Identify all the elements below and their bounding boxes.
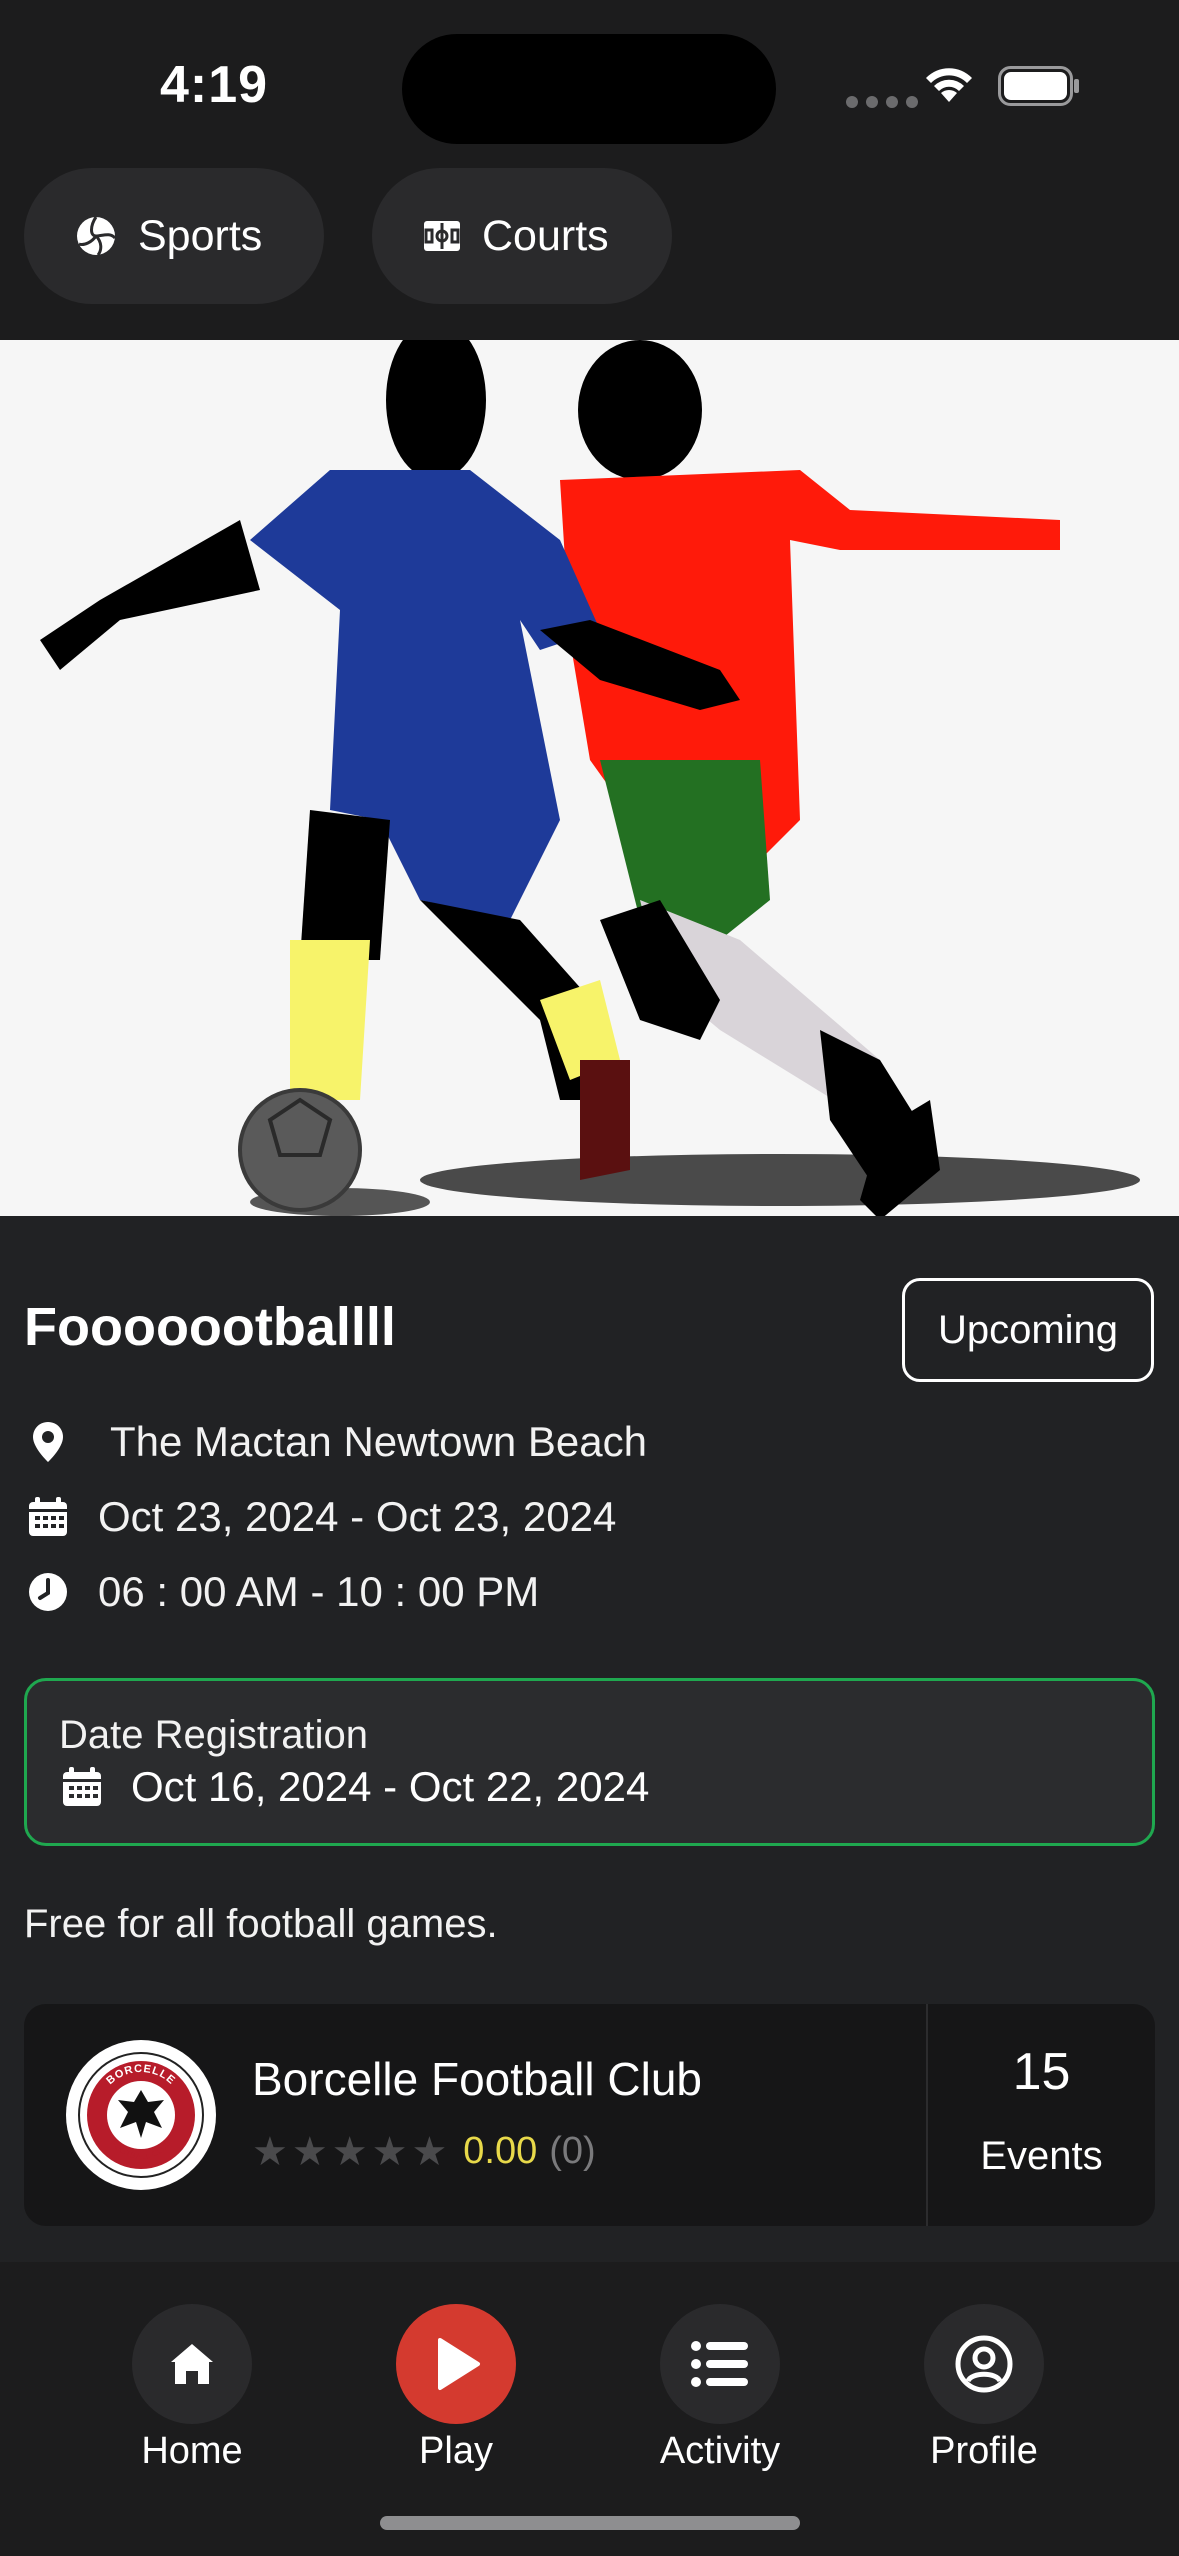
play-icon bbox=[438, 2338, 480, 2390]
bottom-navigation: Home Play Activity Profile bbox=[0, 2262, 1179, 2556]
event-date-text: Oct 23, 2024 - Oct 23, 2024 bbox=[98, 1493, 617, 1540]
nav-play[interactable]: Play bbox=[356, 2304, 556, 2473]
cellular-signal-icon bbox=[846, 96, 918, 108]
event-date: Oct 23, 2024 - Oct 23, 2024 bbox=[24, 1493, 616, 1541]
nav-profile[interactable]: Profile bbox=[884, 2304, 1084, 2473]
star-icon: ★ bbox=[252, 2129, 288, 2174]
rating-value: 0.00 bbox=[463, 2130, 538, 2172]
calendar-icon bbox=[29, 1497, 67, 1536]
club-logo: BORCELLE FOOTBALL CLUB bbox=[66, 2040, 216, 2190]
status-bar: 4:19 bbox=[0, 0, 1179, 160]
sports-chip-label: Sports bbox=[138, 211, 263, 260]
nav-home[interactable]: Home bbox=[92, 2304, 292, 2473]
dynamic-island bbox=[402, 34, 776, 144]
star-icon: ★ bbox=[331, 2129, 368, 2174]
event-time: 06 : 00 AM - 10 : 00 PM bbox=[24, 1568, 539, 1616]
registration-box: Date Registration Oct 16, 2024 - Oct 22,… bbox=[24, 1678, 1155, 1846]
clock-icon bbox=[29, 1573, 67, 1611]
location-pin-icon bbox=[33, 1422, 63, 1462]
profile-icon bbox=[955, 2335, 1013, 2393]
club-name: Borcelle Football Club bbox=[252, 2053, 703, 2105]
event-title: Fooooootballll bbox=[24, 1297, 396, 1357]
club-card[interactable]: BORCELLE FOOTBALL CLUB Borcelle Football… bbox=[24, 2004, 1155, 2226]
battery-icon bbox=[998, 66, 1079, 106]
nav-activity[interactable]: Activity bbox=[620, 2304, 820, 2473]
event-status-badge: Upcoming bbox=[902, 1278, 1154, 1382]
calendar-icon bbox=[63, 1767, 101, 1806]
events-count: 15 bbox=[1012, 2043, 1071, 2101]
home-icon bbox=[171, 2344, 213, 2384]
status-time: 4:19 bbox=[160, 56, 269, 114]
court-icon bbox=[424, 221, 460, 251]
registration-label: Date Registration bbox=[59, 1713, 369, 1757]
event-time-text: 06 : 00 AM - 10 : 00 PM bbox=[98, 1568, 540, 1615]
club-rating: ★ ★ ★ ★ ★ 0.00 (0) bbox=[252, 2130, 596, 2173]
home-indicator[interactable] bbox=[380, 2516, 800, 2530]
nav-activity-label: Activity bbox=[659, 2430, 781, 2472]
event-detail-screen: 4:19 Sports Courts Fooooootballll Upcomi… bbox=[0, 0, 1179, 2556]
events-label: Events bbox=[980, 2134, 1103, 2178]
sports-chip[interactable]: Sports bbox=[24, 168, 324, 304]
star-icon: ★ bbox=[411, 2129, 448, 2174]
list-icon bbox=[691, 2341, 748, 2387]
wifi-icon bbox=[926, 68, 972, 102]
courts-chip[interactable]: Courts bbox=[372, 168, 672, 304]
event-location: The Mactan Newtown Beach bbox=[24, 1418, 647, 1466]
star-icon: ★ bbox=[371, 2129, 408, 2174]
nav-play-label: Play bbox=[419, 2430, 493, 2472]
rating-count: (0) bbox=[549, 2130, 596, 2172]
event-description: Free for all football games. bbox=[24, 1902, 498, 1946]
category-chips: Sports Courts bbox=[0, 160, 1179, 340]
football-players-illustration bbox=[40, 340, 1140, 1216]
nav-profile-label: Profile bbox=[930, 2430, 1038, 2472]
nav-home-label: Home bbox=[141, 2430, 243, 2472]
registration-date: Oct 16, 2024 - Oct 22, 2024 bbox=[59, 1763, 649, 1811]
courts-chip-label: Courts bbox=[482, 211, 609, 260]
event-hero-image bbox=[0, 340, 1179, 1216]
registration-date-text: Oct 16, 2024 - Oct 22, 2024 bbox=[131, 1763, 650, 1810]
star-icon: ★ bbox=[291, 2129, 328, 2174]
event-location-text: The Mactan Newtown Beach bbox=[110, 1418, 647, 1465]
rating-stars: ★ ★ ★ ★ ★ bbox=[252, 2132, 447, 2172]
volleyball-icon bbox=[77, 216, 117, 256]
club-crest-icon: BORCELLE FOOTBALL CLUB bbox=[78, 2052, 204, 2178]
club-events[interactable]: 15 Events bbox=[928, 2004, 1155, 2226]
